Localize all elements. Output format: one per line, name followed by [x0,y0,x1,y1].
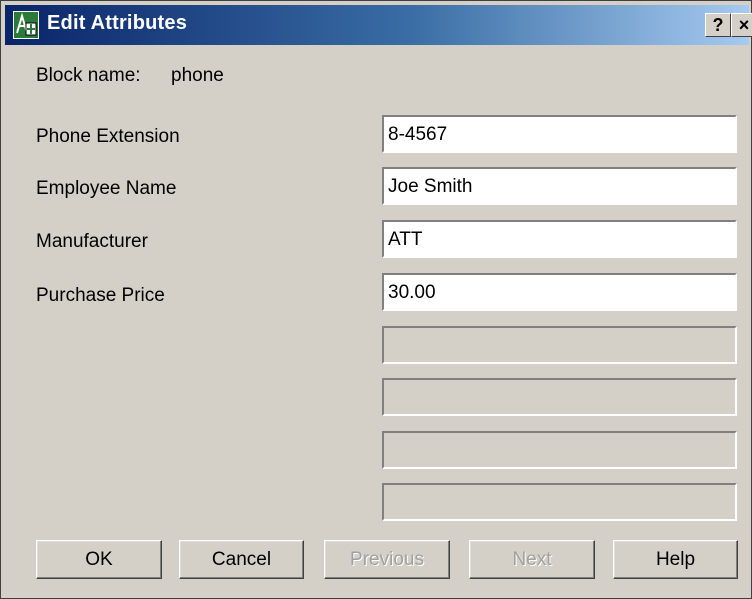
cancel-button[interactable]: Cancel [179,540,304,579]
dialog-title: Edit Attributes [47,12,188,34]
previous-button[interactable]: Previous [324,540,450,579]
block-name-label: Block name: [36,65,141,86]
attribute-label-manufacturer: Manufacturer [36,231,148,252]
empty-attribute-field [382,483,737,521]
title-bar[interactable]: Edit Attributes ? × [5,5,752,45]
empty-attribute-field [382,326,737,364]
next-button[interactable]: Next [469,540,595,579]
attribute-label-employee-name: Employee Name [36,178,177,199]
empty-attribute-field [382,378,737,416]
help-question-button[interactable]: ? [705,13,731,37]
attribute-label-phone-extension: Phone Extension [36,126,180,147]
help-button[interactable]: Help [613,540,738,579]
attribute-label-purchase-price: Purchase Price [36,285,165,306]
edit-attributes-dialog: Edit Attributes ? × Block name: phone Ph… [0,0,752,599]
purchase-price-field[interactable] [382,273,737,311]
ok-button[interactable]: OK [36,540,162,579]
block-name-value: phone [171,65,224,86]
phone-extension-field[interactable] [382,115,737,153]
close-button[interactable]: × [731,13,752,37]
block-attribute-icon [13,11,39,39]
empty-attribute-field [382,431,737,469]
employee-name-field[interactable] [382,167,737,205]
manufacturer-field[interactable] [382,220,737,258]
